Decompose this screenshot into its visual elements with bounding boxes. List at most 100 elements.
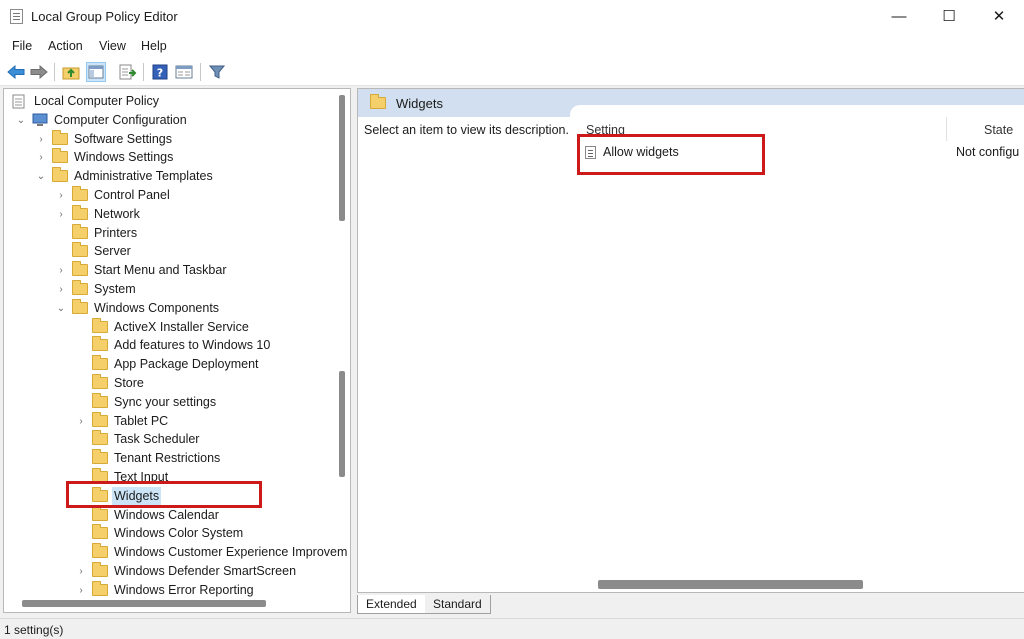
tree-item-label[interactable]: System	[94, 280, 136, 299]
chevron-right-icon[interactable]: ›	[76, 562, 86, 581]
back-arrow-icon[interactable]	[6, 62, 26, 82]
tree-item-label[interactable]: Windows Calendar	[114, 506, 219, 525]
tree-item[interactable]: Windows Color System	[4, 524, 344, 543]
folder-icon	[92, 411, 108, 427]
tree-item-label[interactable]: Local Computer Policy	[34, 92, 159, 111]
tree-item-label[interactable]: Windows Components	[94, 299, 219, 318]
tree-item[interactable]: ⌄ Administrative Templates	[4, 167, 344, 186]
chevron-down-icon[interactable]: ⌄	[16, 111, 26, 130]
chevron-right-icon[interactable]: ›	[36, 148, 46, 167]
tree-item[interactable]: › Control Panel	[4, 186, 344, 205]
chevron-right-icon[interactable]: ›	[56, 205, 66, 224]
tree-item-label[interactable]: Administrative Templates	[74, 167, 213, 186]
tree-item[interactable]: › Software Settings	[4, 129, 344, 149]
menu-help[interactable]: Help	[141, 39, 167, 53]
chevron-right-icon[interactable]: ›	[56, 280, 66, 299]
tree-item-label[interactable]: Software Settings	[74, 130, 172, 149]
tree-item[interactable]: ⌄ Computer Configuration	[4, 111, 344, 130]
tree-item[interactable]: Server	[4, 242, 344, 261]
forward-arrow-icon[interactable]	[29, 62, 49, 82]
tree-item[interactable]: ⌄ Windows Components	[4, 298, 344, 318]
tree-item-label[interactable]: Sync your settings	[114, 393, 216, 412]
chevron-down-icon[interactable]: ⌄	[36, 167, 46, 186]
tree-item[interactable]: Local Computer Policy	[4, 92, 344, 111]
tree-item[interactable]: Tenant Restrictions	[4, 449, 344, 468]
chevron-right-icon[interactable]: ›	[56, 186, 66, 205]
tree-item-label[interactable]: Control Panel	[94, 186, 170, 205]
minimize-button[interactable]: —	[876, 0, 922, 34]
highlight-box-widgets	[66, 481, 262, 508]
tree-item[interactable]: ActiveX Installer Service	[4, 317, 344, 337]
description-text: Select an item to view its description.	[364, 123, 569, 137]
chevron-right-icon[interactable]: ›	[36, 130, 46, 149]
filter-icon[interactable]	[207, 62, 227, 82]
tree-item[interactable]: App Package Deployment	[4, 355, 344, 374]
column-header-state[interactable]: State	[984, 123, 1013, 137]
tree-item[interactable]: Add features to Windows 10	[4, 336, 344, 355]
tree-item-label[interactable]: Add features to Windows 10	[114, 336, 270, 355]
tree-item-label[interactable]: Task Scheduler	[114, 430, 199, 449]
menu-file[interactable]: File	[12, 39, 32, 53]
tree-item-label[interactable]: App Package Deployment	[114, 355, 259, 374]
tree-vertical-scrollbar-thumb-lower[interactable]	[339, 371, 345, 477]
folder-icon	[92, 449, 108, 465]
up-folder-icon[interactable]	[61, 62, 81, 82]
tree-item-label[interactable]: Computer Configuration	[54, 111, 187, 130]
title-bar: Local Group Policy Editor — ☐ ✕	[0, 0, 1024, 34]
tree-item-label[interactable]: Windows Color System	[114, 524, 243, 543]
tree-item[interactable]: Windows Customer Experience Improvem	[4, 543, 347, 562]
tree-item-label[interactable]: Start Menu and Taskbar	[94, 261, 226, 280]
tree-item-label[interactable]: ActiveX Installer Service	[114, 318, 249, 337]
tree-item[interactable]: Task Scheduler	[4, 430, 344, 449]
tree-item[interactable]: › System	[4, 280, 344, 299]
tree-item[interactable]: › Tablet PC	[4, 411, 344, 431]
tree-vertical-scrollbar-thumb[interactable]	[339, 95, 345, 221]
help-icon[interactable]: ?	[150, 62, 170, 82]
toolbar: ?	[0, 58, 1024, 86]
tree-item-label[interactable]: Windows Settings	[74, 148, 173, 167]
chevron-right-icon[interactable]: ›	[76, 412, 86, 431]
tree-item-label[interactable]: Windows Customer Experience Improvem	[114, 543, 347, 562]
tree-item-label[interactable]: Tablet PC	[114, 412, 168, 431]
chevron-down-icon[interactable]: ⌄	[56, 299, 66, 318]
menu-action[interactable]: Action	[48, 39, 83, 53]
tab-extended[interactable]: Extended	[357, 595, 426, 614]
tree-item-label[interactable]: Tenant Restrictions	[114, 449, 220, 468]
export-list-icon[interactable]	[118, 62, 138, 82]
tree-item-label[interactable]: Network	[94, 205, 140, 224]
tree-horizontal-scrollbar-thumb[interactable]	[22, 600, 266, 607]
tree-item-label[interactable]: Store	[114, 374, 144, 393]
tree-item[interactable]: › Windows Settings	[4, 148, 344, 167]
close-button[interactable]: ✕	[976, 0, 1022, 34]
maximize-button[interactable]: ☐	[926, 0, 972, 34]
tree-item[interactable]: › Start Menu and Taskbar	[4, 261, 344, 280]
chevron-right-icon[interactable]: ›	[76, 581, 86, 600]
chevron-right-icon[interactable]: ›	[56, 261, 66, 280]
tree-item[interactable]: Sync your settings	[4, 392, 344, 412]
policy-editor-icon	[10, 9, 23, 24]
window-title: Local Group Policy Editor	[31, 9, 178, 24]
menu-view[interactable]: View	[99, 39, 126, 53]
tree-item-label[interactable]: Windows Defender SmartScreen	[114, 562, 296, 581]
toolbar-separator	[143, 63, 144, 81]
tree-item[interactable]: Store	[4, 374, 344, 393]
tree-item[interactable]: › Windows Defender SmartScreen	[4, 562, 344, 581]
tree-item[interactable]: Windows Calendar	[4, 505, 344, 525]
folder-icon	[92, 543, 108, 559]
status-bar: 1 setting(s)	[0, 618, 1024, 639]
details-horizontal-scrollbar-thumb[interactable]	[598, 580, 863, 589]
show-hide-tree-icon[interactable]	[86, 62, 106, 82]
folder-icon	[72, 242, 88, 258]
folder-icon	[92, 392, 108, 408]
properties-icon[interactable]	[174, 62, 194, 82]
tree-item-label[interactable]: Printers	[94, 224, 137, 243]
tree-item-label[interactable]: Server	[94, 242, 131, 261]
tab-standard[interactable]: Standard	[425, 595, 491, 614]
folder-icon	[92, 524, 108, 540]
column-divider[interactable]	[946, 117, 947, 141]
tree-pane[interactable]: Local Computer Policy ⌄ Computer Configura…	[3, 88, 351, 613]
tree-item[interactable]: › Windows Error Reporting	[4, 580, 344, 600]
tree-item[interactable]: Printers	[4, 223, 344, 243]
tree-item-label[interactable]: Windows Error Reporting	[114, 581, 254, 600]
tree-item[interactable]: › Network	[4, 204, 344, 224]
